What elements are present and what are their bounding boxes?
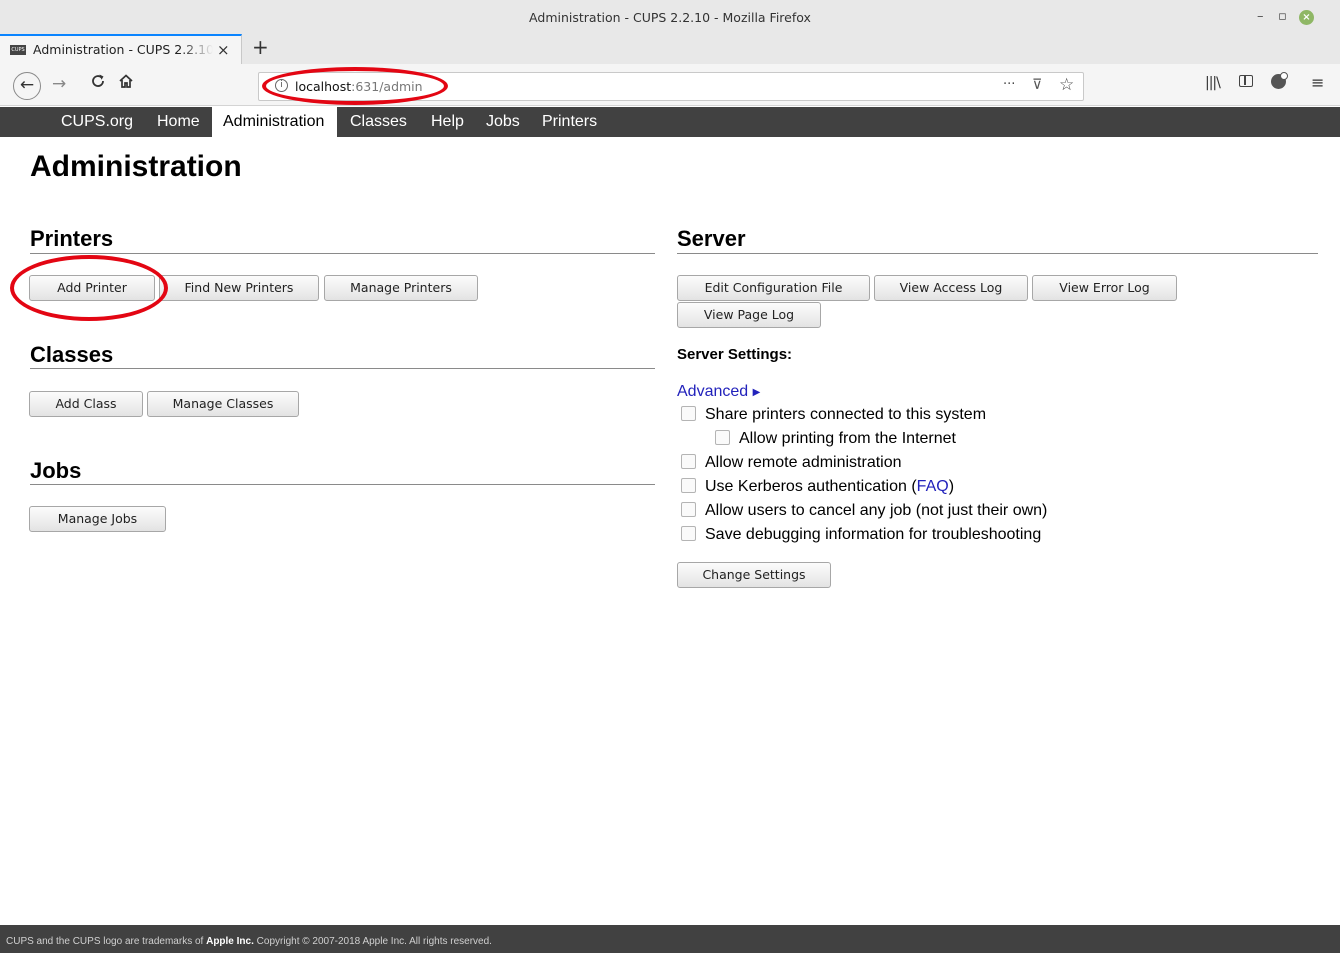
page-title: Administration [30,150,242,183]
remote-admin-checkbox[interactable] [681,454,696,469]
tab-strip: CUPS Administration - CUPS 2.2.10 × + [0,34,1340,64]
nav-cups-org[interactable]: CUPS.org [56,107,138,137]
advanced-link[interactable]: Advanced ▶ [677,383,760,401]
classes-divider [30,368,655,369]
kerberos-label-text: Use Kerberos authentication ( [705,478,917,495]
minimize-button[interactable]: – [1257,9,1264,24]
view-page-log-button[interactable]: View Page Log [677,302,821,328]
server-settings-title: Server Settings: [677,346,793,363]
browser-toolbar: ← → i localhost:631/admin ··· ⊽ ☆ |||\ ≡ [0,64,1340,106]
close-window-button[interactable]: × [1299,10,1314,25]
share-printers-checkbox[interactable] [681,406,696,421]
kerberos-label: Use Kerberos authentication (FAQ) [705,478,954,496]
url-bar[interactable]: i localhost:631/admin ··· ⊽ ☆ [258,72,1084,101]
page-footer: CUPS and the CUPS logo are trademarks of… [0,925,1340,953]
share-printers-label: Share printers connected to this system [705,406,987,423]
add-printer-button[interactable]: Add Printer [29,275,155,301]
url-path: :631/admin [351,79,423,94]
cancel-any-job-label: Allow users to cancel any job (not just … [705,502,1048,519]
allow-internet-printing-checkbox[interactable] [715,430,730,445]
jobs-heading: Jobs [30,458,82,483]
printers-heading: Printers [30,226,114,251]
cups-favicon-icon: CUPS [10,45,26,55]
maximize-button[interactable]: ▫ [1278,9,1287,24]
nav-help[interactable]: Help [426,107,469,137]
kerberos-checkbox[interactable] [681,478,696,493]
nav-home[interactable]: Home [152,107,205,137]
kerberos-label-suffix: ) [948,478,955,495]
home-icon [119,74,133,88]
back-button[interactable]: ← [13,72,41,100]
remote-admin-label: Allow remote administration [705,454,902,471]
server-heading: Server [677,226,746,251]
bookmark-star-icon[interactable]: ☆ [1059,75,1074,95]
nav-classes[interactable]: Classes [345,107,412,137]
reload-button[interactable] [90,73,106,94]
hamburger-menu-icon[interactable]: ≡ [1311,73,1324,92]
reload-icon [92,74,104,87]
jobs-divider [30,484,655,485]
url-host: localhost [295,79,352,94]
forward-button[interactable]: → [52,74,66,94]
library-icon[interactable]: |||\ [1205,75,1221,91]
account-icon[interactable] [1271,72,1288,89]
nav-printers[interactable]: Printers [537,107,602,137]
manage-classes-button[interactable]: Manage Classes [147,391,299,417]
debug-logging-checkbox[interactable] [681,526,696,541]
add-class-button[interactable]: Add Class [29,391,143,417]
view-access-log-button[interactable]: View Access Log [874,275,1028,301]
advanced-link-label[interactable]: Advanced [677,383,748,400]
debug-logging-label: Save debugging information for troublesh… [705,526,1042,543]
cups-nav-bar: CUPS.org Home Administration Classes Hel… [0,107,1340,137]
window-title: Administration - CUPS 2.2.10 - Mozilla F… [529,10,811,25]
printers-divider [30,253,655,254]
faq-link[interactable]: FAQ [917,478,949,495]
manage-printers-button[interactable]: Manage Printers [324,275,478,301]
browser-tab[interactable]: CUPS Administration - CUPS 2.2.10 × [0,34,242,64]
page-actions-icon[interactable]: ··· [1003,77,1015,92]
edit-configuration-file-button[interactable]: Edit Configuration File [677,275,870,301]
home-button[interactable] [118,73,134,93]
nav-administration[interactable]: Administration [212,107,337,137]
window-titlebar: Administration - CUPS 2.2.10 - Mozilla F… [0,0,1340,34]
cancel-any-job-checkbox[interactable] [681,502,696,517]
classes-heading: Classes [30,342,114,367]
pocket-icon[interactable]: ⊽ [1032,77,1042,93]
site-info-icon[interactable]: i [275,79,288,92]
manage-jobs-button[interactable]: Manage Jobs [29,506,166,532]
footer-prefix: CUPS and the CUPS logo are trademarks of [6,936,207,947]
url-text[interactable]: localhost:631/admin [295,79,423,94]
allow-internet-printing-label: Allow printing from the Internet [739,430,956,447]
footer-copyright: Copyright © 2007-2018 Apple Inc. All rig… [253,936,492,947]
find-new-printers-button[interactable]: Find New Printers [159,275,319,301]
tab-title: Administration - CUPS 2.2.10 [33,42,213,57]
footer-apple-link[interactable]: Apple Inc. [206,936,254,947]
tab-close-icon[interactable]: × [217,41,230,59]
nav-jobs[interactable]: Jobs [481,107,525,137]
change-settings-button[interactable]: Change Settings [677,562,831,588]
advanced-arrow-icon: ▶ [752,387,761,398]
view-error-log-button[interactable]: View Error Log [1032,275,1177,301]
server-divider [677,253,1318,254]
new-tab-button[interactable]: + [252,35,269,59]
sidebar-toggle-icon[interactable] [1239,75,1253,87]
